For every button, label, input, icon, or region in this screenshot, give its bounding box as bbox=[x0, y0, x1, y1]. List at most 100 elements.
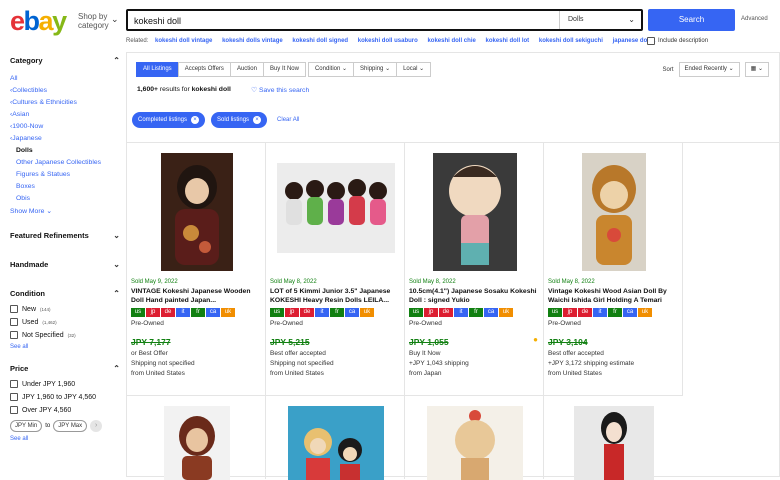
listing-title[interactable]: 10.5cm(4.1") Japanese Sosaku Kokeshi Dol… bbox=[409, 288, 539, 305]
view-toggle[interactable]: ▦ ⌄ bbox=[744, 62, 769, 77]
flag-jp[interactable]: jp bbox=[146, 308, 160, 317]
close-icon[interactable]: × bbox=[191, 116, 200, 124]
tab-buy-it-now[interactable]: Buy It Now bbox=[262, 62, 306, 77]
flag-uk[interactable]: uk bbox=[360, 308, 374, 317]
listing-card[interactable] bbox=[544, 395, 683, 480]
subcategory-link[interactable]: Other Japanese Collectibles bbox=[10, 159, 120, 166]
listing-image[interactable] bbox=[405, 153, 544, 273]
shop-by-category-button[interactable]: Shop by category bbox=[78, 12, 109, 30]
related-link[interactable]: kokeshi dolls vintage bbox=[222, 38, 283, 44]
related-link[interactable]: kokeshi doll sekiguchi bbox=[539, 38, 603, 44]
checkbox[interactable] bbox=[10, 393, 18, 401]
price-min-input[interactable]: JPY Min bbox=[10, 420, 43, 432]
local-dropdown[interactable]: Local ⌄ bbox=[396, 62, 432, 77]
subcategory-link[interactable]: Figures & Statues bbox=[10, 171, 120, 178]
flag-de[interactable]: de bbox=[300, 308, 314, 317]
flag-uk[interactable]: uk bbox=[638, 308, 652, 317]
price-option[interactable]: Over JPY 4,560 bbox=[10, 406, 120, 414]
subcategory-link[interactable]: Obis bbox=[10, 195, 120, 202]
flag-fr[interactable]: fr bbox=[330, 308, 344, 317]
tab-auction[interactable]: Auction bbox=[229, 62, 264, 77]
advanced-search-link[interactable]: Advanced bbox=[741, 16, 768, 22]
flag-it[interactable]: it bbox=[454, 308, 468, 317]
flag-de[interactable]: de bbox=[161, 308, 175, 317]
flag-de[interactable]: de bbox=[439, 308, 453, 317]
listing-card[interactable]: Sold May 8, 2022 10.5cm(4.1") Japanese S… bbox=[405, 143, 544, 395]
flag-fr[interactable]: fr bbox=[608, 308, 622, 317]
price-max-input[interactable]: JPY Max bbox=[53, 420, 88, 432]
listing-title[interactable]: LOT of 5 Kimmi Junior 3.5" Japanese KOKE… bbox=[270, 288, 400, 305]
listing-image[interactable] bbox=[127, 153, 266, 273]
listing-image[interactable] bbox=[405, 406, 544, 480]
flag-fr[interactable]: fr bbox=[469, 308, 483, 317]
checkbox[interactable] bbox=[10, 305, 18, 313]
category-link[interactable]: ‹Japanese bbox=[10, 135, 120, 142]
category-link[interactable]: ‹Cultures & Ethnicities bbox=[10, 99, 120, 106]
listing-title[interactable]: Vintage Kokeshi Wood Asian Doll By Waich… bbox=[548, 288, 678, 305]
flag-us[interactable]: us bbox=[270, 308, 284, 317]
search-category-select[interactable]: Dolls ⌄ bbox=[559, 11, 641, 29]
listing-title[interactable]: VINTAGE Kokeshi Japanese Wooden Doll Han… bbox=[131, 288, 261, 305]
flag-fr[interactable]: fr bbox=[191, 308, 205, 317]
category-link[interactable]: ‹Collectibles bbox=[10, 87, 120, 94]
listing-card[interactable] bbox=[127, 395, 266, 480]
checkbox[interactable] bbox=[10, 380, 18, 388]
show-more-link[interactable]: Show More ⌄ bbox=[10, 207, 120, 215]
handmade-heading[interactable]: Handmade ⌄ bbox=[10, 260, 120, 269]
see-all-link[interactable]: See all bbox=[10, 436, 120, 442]
ebay-logo[interactable]: ebay bbox=[10, 6, 67, 37]
price-option[interactable]: Under JPY 1,960 bbox=[10, 380, 120, 388]
tab-all-listings[interactable]: All Listings bbox=[136, 62, 179, 77]
flag-ca[interactable]: ca bbox=[484, 308, 498, 317]
flag-ca[interactable]: ca bbox=[623, 308, 637, 317]
related-link[interactable]: kokeshi doll lot bbox=[486, 38, 530, 44]
flag-us[interactable]: us bbox=[548, 308, 562, 317]
listing-image[interactable] bbox=[266, 406, 405, 480]
listing-image[interactable] bbox=[127, 406, 266, 480]
flag-ca[interactable]: ca bbox=[345, 308, 359, 317]
close-icon[interactable]: × bbox=[253, 116, 262, 124]
listing-card[interactable]: Sold May 8, 2022 Vintage Kokeshi Wood As… bbox=[544, 143, 683, 395]
category-link-all[interactable]: All bbox=[10, 75, 120, 82]
related-link[interactable]: kokeshi doll signed bbox=[292, 38, 348, 44]
save-search-link[interactable]: ♡ Save this search bbox=[251, 86, 309, 94]
condition-option[interactable]: Used (1,462) bbox=[10, 318, 120, 326]
flag-us[interactable]: us bbox=[131, 308, 145, 317]
price-heading[interactable]: Price ⌃ bbox=[10, 364, 120, 373]
include-description-checkbox[interactable]: Include description bbox=[647, 37, 708, 45]
flag-jp[interactable]: jp bbox=[285, 308, 299, 317]
arrow-right-icon[interactable]: › bbox=[90, 420, 103, 432]
listing-image[interactable] bbox=[266, 163, 405, 283]
sort-dropdown[interactable]: Ended Recently ⌄ bbox=[678, 62, 740, 77]
tab-accepts-offers[interactable]: Accepts Offers bbox=[177, 62, 231, 77]
flag-jp[interactable]: jp bbox=[563, 308, 577, 317]
shipping-dropdown[interactable]: Shipping ⌄ bbox=[353, 62, 398, 77]
listing-image[interactable] bbox=[544, 406, 683, 480]
see-all-link[interactable]: See all bbox=[10, 344, 120, 350]
category-link[interactable]: ‹1900-Now bbox=[10, 123, 120, 130]
chevron-down-icon[interactable]: ⌄ bbox=[111, 14, 119, 25]
search-button[interactable]: Search bbox=[648, 9, 735, 31]
condition-option[interactable]: Not Specified (32) bbox=[10, 331, 120, 339]
flag-de[interactable]: de bbox=[578, 308, 592, 317]
related-link[interactable]: kokeshi doll vintage bbox=[155, 38, 212, 44]
related-link[interactable]: kokeshi doll usaburo bbox=[358, 38, 418, 44]
listing-card[interactable]: Sold May 8, 2022 LOT of 5 Kimmi Junior 3… bbox=[266, 143, 405, 395]
checkbox[interactable] bbox=[10, 318, 18, 326]
price-option[interactable]: JPY 1,960 to JPY 4,560 bbox=[10, 393, 120, 401]
related-link[interactable]: kokeshi doll chie bbox=[427, 38, 475, 44]
clear-all-link[interactable]: Clear All bbox=[277, 117, 299, 123]
flag-us[interactable]: us bbox=[409, 308, 423, 317]
category-heading[interactable]: Category ⌃ bbox=[10, 56, 120, 65]
flag-it[interactable]: it bbox=[315, 308, 329, 317]
listing-image[interactable] bbox=[544, 153, 683, 273]
checkbox[interactable] bbox=[10, 406, 18, 414]
checkbox[interactable] bbox=[10, 331, 18, 339]
condition-dropdown[interactable]: Condition ⌄ bbox=[307, 62, 355, 77]
listing-card[interactable]: Sold May 9, 2022 VINTAGE Kokeshi Japanes… bbox=[127, 143, 266, 395]
search-input[interactable]: kokeshi doll bbox=[134, 16, 181, 26]
flag-ca[interactable]: ca bbox=[206, 308, 220, 317]
flag-it[interactable]: it bbox=[593, 308, 607, 317]
listing-card[interactable] bbox=[405, 395, 544, 480]
category-link[interactable]: ‹Asian bbox=[10, 111, 120, 118]
